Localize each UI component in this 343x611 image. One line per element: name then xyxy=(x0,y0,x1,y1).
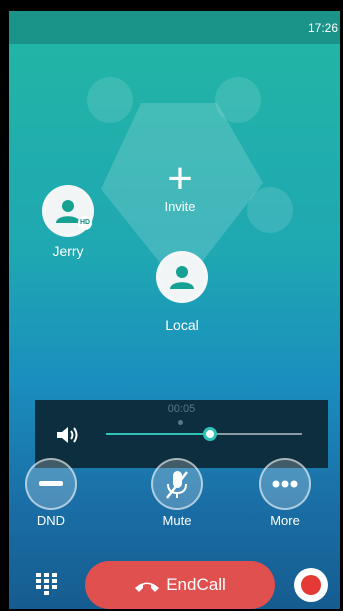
invite-button[interactable]: + Invite xyxy=(151,154,209,215)
more-label: More xyxy=(270,513,300,528)
avatar xyxy=(156,251,208,303)
volume-slider[interactable] xyxy=(106,427,302,441)
mic-muted-icon xyxy=(151,458,203,510)
empty-slot[interactable] xyxy=(215,77,261,123)
participant-local[interactable]: Local xyxy=(149,251,215,333)
call-screen: 17:26 + Invite HD Jerry Local 00:05 DND … xyxy=(9,11,340,609)
record-button[interactable] xyxy=(294,568,328,602)
keypad-icon[interactable] xyxy=(36,573,60,597)
call-timer: 00:05 xyxy=(167,403,196,415)
person-icon xyxy=(56,200,80,223)
participant-name: Jerry xyxy=(52,243,84,259)
dnd-icon xyxy=(25,458,77,510)
invite-label: Invite xyxy=(164,199,196,214)
mute-button[interactable]: Mute xyxy=(147,458,207,528)
participant-jerry[interactable]: HD Jerry xyxy=(35,185,101,259)
more-button[interactable]: More xyxy=(255,458,315,528)
volume-handle[interactable] xyxy=(202,427,217,441)
volume-fill xyxy=(106,433,210,435)
participant-name: Local xyxy=(165,317,199,333)
avatar: HD xyxy=(42,185,94,237)
mute-label: Mute xyxy=(162,513,192,528)
dnd-button[interactable]: DND xyxy=(21,458,81,528)
empty-slot[interactable] xyxy=(87,77,133,123)
end-call-button[interactable]: EndCall xyxy=(85,561,275,609)
person-icon xyxy=(170,266,194,289)
empty-slot[interactable] xyxy=(247,187,293,233)
plus-icon: + xyxy=(167,154,193,203)
hd-badge: HD xyxy=(78,216,92,230)
hangup-icon xyxy=(135,582,160,592)
dnd-label: DND xyxy=(36,513,66,528)
speaker-icon[interactable] xyxy=(56,425,82,445)
page-indicator xyxy=(178,420,183,425)
end-call-label: EndCall xyxy=(166,575,226,594)
more-icon xyxy=(259,458,311,510)
record-icon xyxy=(301,575,321,595)
